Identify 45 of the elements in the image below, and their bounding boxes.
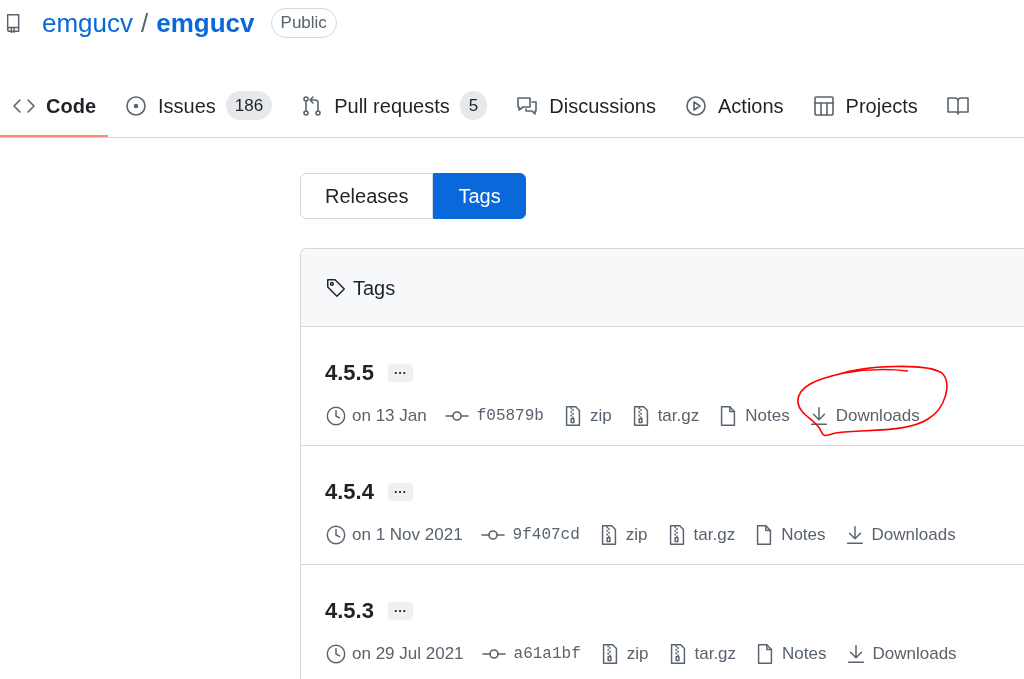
nav-tab[interactable]: Issues 186 [112,76,285,137]
panel-title: Tags [353,275,396,301]
toggle-button[interactable]: Tags [433,173,526,219]
archive-link[interactable]: tar.gz [629,403,700,429]
table-icon [811,93,836,118]
notes-link[interactable]: Notes [753,522,826,548]
archive-link[interactable]: tar.gz [666,641,737,667]
tag-date: on 29 Jul 2021 [352,643,464,665]
archive-link[interactable]: zip [597,522,648,548]
clock-icon [325,404,347,427]
nav-tab[interactable]: Discussions [503,76,668,137]
tag-icon [325,276,347,299]
commit-link[interactable]: f05879b [444,403,544,428]
tag-name-link[interactable]: 4.5.5 [325,356,374,389]
tag-date: on 13 Jan [352,405,427,427]
nav-tab[interactable]: Code [0,76,108,137]
nav-tab[interactable]: Pull requests 5 [288,76,500,137]
count-badge: 186 [225,90,273,121]
toggle-button[interactable]: Releases [300,173,434,219]
downloads-link[interactable]: Downloads [807,403,920,429]
nav-tab[interactable]: Projects [799,76,930,137]
archive-link[interactable]: zip [598,641,649,667]
commit-link[interactable]: a61a1bf [481,641,581,666]
commit-link[interactable]: 9f407cd [480,522,580,547]
downloads-link[interactable]: Downloads [844,641,957,667]
issue-icon [124,93,148,118]
more-button[interactable]: ··· [387,601,413,620]
archive-link[interactable]: tar.gz [665,522,736,548]
play-icon [684,93,708,118]
more-button[interactable]: ··· [387,482,413,501]
clock-icon [325,523,347,546]
more-button[interactable]: ··· [387,363,413,382]
notes-link[interactable]: Notes [754,641,827,667]
path-separator: / [141,6,149,40]
clock-icon [325,642,347,665]
repo-owner-link[interactable]: emgucv [42,3,134,43]
repo-name-link[interactable]: emgucv [156,3,255,43]
tag-date: on 1 Nov 2021 [352,524,463,546]
notes-link[interactable]: Notes [717,403,790,429]
tag-name-link[interactable]: 4.5.3 [325,594,374,627]
downloads-link[interactable]: Downloads [843,522,956,548]
nav-tab[interactable]: Actions [672,76,796,137]
count-badge: 5 [459,90,488,121]
archive-link[interactable]: zip [561,403,612,429]
tag-name-link[interactable]: 4.5.4 [325,475,374,508]
